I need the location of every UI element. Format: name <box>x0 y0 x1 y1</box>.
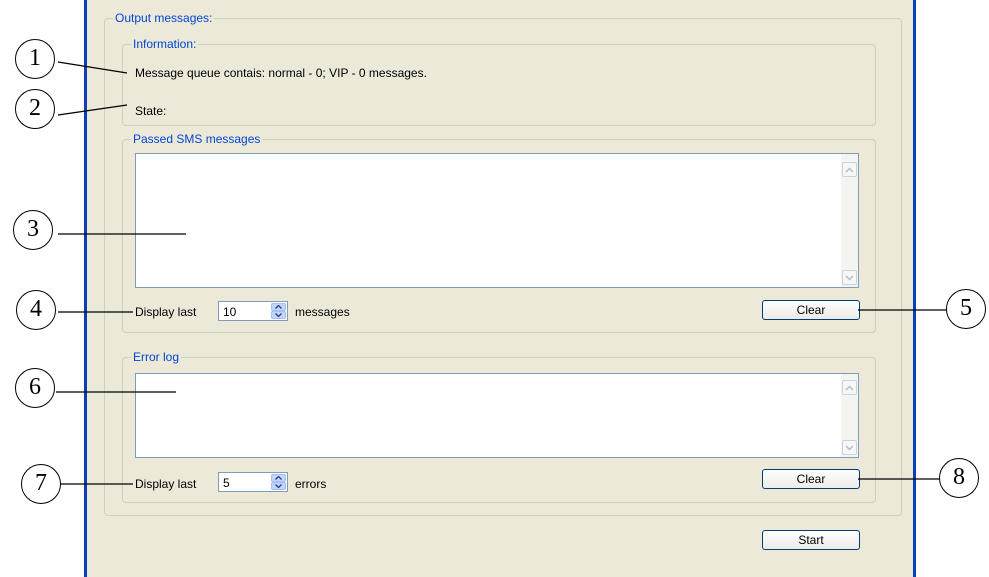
callout-2: 2 <box>15 89 55 129</box>
callout-8: 8 <box>939 458 979 498</box>
callout-3: 3 <box>13 210 53 250</box>
callout-7: 7 <box>21 464 61 504</box>
callout-4: 4 <box>16 290 56 330</box>
callout-1: 1 <box>15 39 55 79</box>
callout-leader-lines <box>56 61 947 485</box>
callout-6: 6 <box>15 368 55 408</box>
callout-5: 5 <box>946 289 986 329</box>
